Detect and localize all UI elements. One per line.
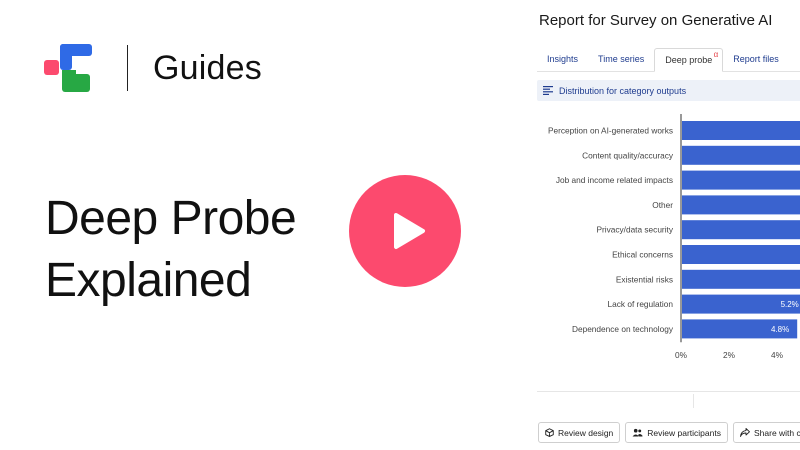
tab-report-files[interactable]: Report files	[723, 48, 789, 72]
people-icon	[632, 428, 643, 437]
alpha-badge: α	[713, 50, 719, 59]
bar	[682, 245, 800, 264]
brand-label: Guides	[153, 49, 262, 87]
list-icon	[543, 86, 553, 95]
category-label: Privacy/data security	[596, 225, 673, 235]
category-label: Ethical concerns	[612, 250, 673, 260]
bar	[682, 170, 800, 190]
category-label: Existential risks	[616, 274, 673, 284]
play-video-button[interactable]	[349, 175, 461, 287]
share-icon	[740, 428, 750, 437]
cube-icon	[545, 428, 554, 437]
tab-label: Insights	[547, 54, 579, 64]
panel-divider-tick	[693, 394, 694, 408]
section-header[interactable]: Distribution for category outputs	[537, 80, 800, 101]
category-label: Perception on AI-generated works	[548, 126, 673, 136]
logo-blue-shape-stem	[60, 44, 72, 70]
tab-label: Time series	[598, 54, 645, 64]
review-participants-button[interactable]: Review participants	[625, 422, 728, 443]
tab-time-series[interactable]: Time series	[588, 48, 654, 72]
tab-insights[interactable]: Insights	[537, 48, 588, 72]
section-title: Distribution for category outputs	[559, 85, 687, 96]
report-screenshot-panel: Report for Survey on Generative AI Insig…	[525, 0, 800, 450]
logo-pink-shape	[44, 60, 59, 75]
headline: Deep Probe Explained	[45, 188, 297, 312]
headline-line-1: Deep Probe	[45, 192, 297, 245]
button-label: Share with collea	[753, 427, 800, 438]
bar	[682, 145, 800, 165]
bar	[682, 220, 800, 240]
bar	[682, 269, 800, 289]
x-tick-label: 2%	[723, 350, 736, 360]
headline-line-2: Explained	[45, 254, 252, 307]
tab-label: Report files	[733, 54, 779, 64]
company-logo	[44, 44, 92, 92]
share-with-colleagues-button[interactable]: Share with collea	[732, 422, 800, 443]
x-tick-label: 4%	[771, 350, 784, 360]
play-icon	[393, 213, 425, 249]
category-distribution-chart: Perception on AI-generated works Content …	[548, 114, 800, 360]
review-design-button[interactable]: Review design	[538, 422, 621, 443]
button-label: Review participants	[647, 427, 721, 438]
category-label: Lack of regulation	[608, 299, 674, 309]
report-title: Report for Survey on Generative AI	[539, 12, 773, 29]
category-label: Content quality/accuracy	[582, 150, 674, 160]
category-label: Job and income related impacts	[556, 175, 673, 185]
category-label: Dependence on technology	[572, 324, 674, 334]
logo-divider	[127, 45, 128, 91]
button-label: Review design	[558, 427, 614, 438]
category-label: Other	[652, 200, 673, 210]
x-tick-label: 0%	[675, 350, 688, 360]
data-label: 5.2%	[781, 300, 799, 309]
panel-divider	[537, 391, 800, 392]
report-actions: Review design Review participants Share …	[538, 422, 800, 443]
tab-deep-probe[interactable]: Deep probe α	[654, 48, 724, 72]
logo-green-shape-join	[62, 70, 76, 80]
tab-label: Deep probe	[665, 55, 713, 65]
bar	[682, 195, 800, 215]
data-label: 4.8%	[771, 325, 789, 334]
bar	[682, 121, 800, 140]
report-tabs: Insights Time series Deep probe α Report …	[537, 48, 800, 72]
